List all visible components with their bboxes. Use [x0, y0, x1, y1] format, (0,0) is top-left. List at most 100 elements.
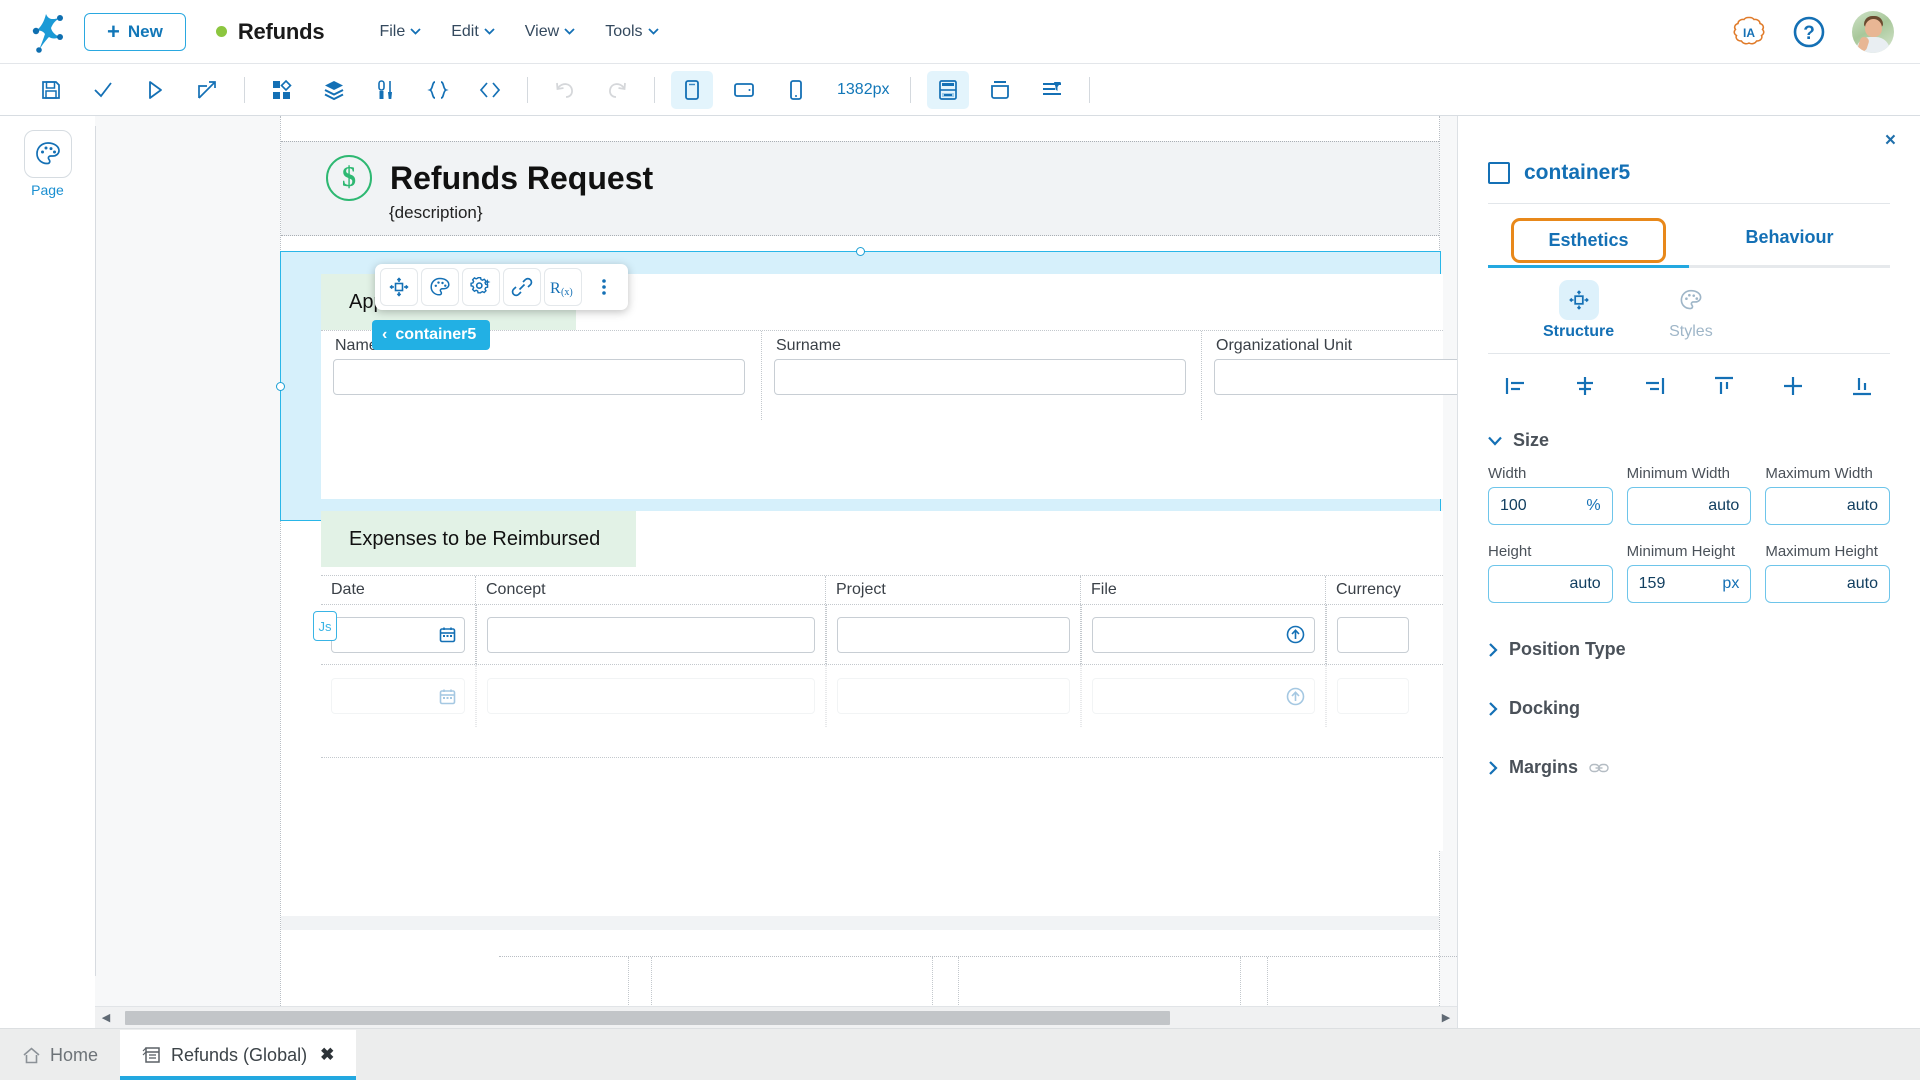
tag-back-chevron-icon[interactable]: ‹: [382, 326, 387, 344]
design-canvas[interactable]: $ Refunds Request {description} Applican…: [95, 116, 1457, 1028]
field-org-unit[interactable]: Organizational Unit: [1201, 331, 1457, 420]
calendar-icon[interactable]: [439, 626, 456, 643]
selected-element-tag[interactable]: ‹ container5: [372, 320, 491, 350]
size-section-header[interactable]: Size: [1488, 430, 1890, 451]
upload-icon[interactable]: [1286, 687, 1305, 706]
lower-cell-3[interactable]: [958, 957, 1241, 1013]
field-min-width-input[interactable]: auto: [1626, 487, 1752, 525]
align-center-horizontal-icon[interactable]: [1563, 368, 1607, 404]
currency-input[interactable]: [1337, 616, 1409, 653]
components-icon[interactable]: [261, 71, 303, 109]
form-page[interactable]: $ Refunds Request {description} Applican…: [276, 116, 1457, 1028]
share-icon[interactable]: [186, 71, 228, 109]
project-input[interactable]: [837, 616, 1070, 653]
subtab-structure[interactable]: Structure: [1543, 280, 1614, 341]
form-header-band[interactable]: $ Refunds Request {description}: [281, 141, 1439, 236]
lower-table-row[interactable]: [499, 957, 1457, 1013]
cell-project[interactable]: [826, 605, 1081, 664]
scrollbar-thumb[interactable]: [125, 1010, 1170, 1025]
braces-icon[interactable]: [417, 71, 459, 109]
rail-item-page[interactable]: Page: [23, 130, 72, 198]
link-icon[interactable]: [503, 268, 541, 306]
menu-view[interactable]: View: [525, 23, 575, 41]
form-icon[interactable]: [1031, 71, 1073, 109]
move-icon[interactable]: [380, 268, 418, 306]
lower-cell-1[interactable]: [499, 957, 629, 1013]
table-row[interactable]: [321, 605, 1443, 665]
field-org-unit-input[interactable]: [1214, 359, 1457, 395]
field-max-height-input[interactable]: auto: [1765, 565, 1890, 603]
concept-input[interactable]: [487, 678, 815, 714]
cell-currency[interactable]: [1326, 605, 1443, 664]
cell-date[interactable]: [321, 605, 476, 664]
calendar-icon[interactable]: [439, 688, 456, 705]
cell-date[interactable]: [321, 665, 476, 727]
redo-icon[interactable]: [596, 71, 638, 109]
grid-layout-icon[interactable]: [926, 70, 969, 109]
flow-icon[interactable]: [365, 71, 407, 109]
margins-section-header[interactable]: Margins: [1488, 757, 1890, 778]
ai-assistant-icon[interactable]: IA: [1732, 15, 1766, 49]
resize-handle-left[interactable]: [276, 381, 285, 391]
layers-icon[interactable]: [313, 71, 355, 109]
docking-section-header[interactable]: Docking: [1488, 698, 1890, 719]
subtab-styles[interactable]: Styles: [1669, 280, 1713, 341]
field-width-input[interactable]: 100 %: [1488, 487, 1613, 525]
canvas-horizontal-scrollbar[interactable]: ◀ ▶: [95, 1006, 1457, 1028]
play-icon[interactable]: [134, 71, 176, 109]
file-input[interactable]: [1092, 616, 1315, 653]
cell-concept[interactable]: [476, 665, 826, 727]
currency-input[interactable]: [1337, 678, 1409, 714]
field-min-height-input[interactable]: 159 px: [1626, 565, 1752, 603]
viewport-width-label[interactable]: 1382px: [837, 81, 890, 99]
field-max-width-input[interactable]: auto: [1765, 487, 1890, 525]
cell-project[interactable]: [826, 665, 1081, 727]
file-input[interactable]: [1092, 678, 1315, 714]
table-row[interactable]: [321, 665, 1443, 727]
concept-input[interactable]: [487, 616, 815, 653]
help-icon[interactable]: ?: [1792, 15, 1826, 49]
close-icon[interactable]: ✖: [320, 1045, 334, 1065]
lower-cell-4[interactable]: [1267, 957, 1457, 1013]
align-bottom-icon[interactable]: [1840, 368, 1884, 404]
cell-concept[interactable]: [476, 605, 826, 664]
field-surname[interactable]: Surname: [761, 331, 1201, 420]
field-name-input[interactable]: [333, 359, 745, 395]
mobile-viewport-icon[interactable]: [775, 71, 817, 109]
project-input[interactable]: [837, 678, 1070, 714]
user-avatar[interactable]: [1852, 10, 1894, 53]
field-surname-input[interactable]: [774, 359, 1186, 395]
scrollbar-track[interactable]: [117, 1010, 1435, 1025]
align-top-icon[interactable]: [1702, 368, 1746, 404]
section-expenses[interactable]: Expenses to be Reimbursed Date Concept P…: [313, 511, 1443, 851]
tab-behaviour[interactable]: Behaviour: [1689, 218, 1890, 263]
palette-icon[interactable]: [421, 268, 459, 306]
menu-file[interactable]: File: [379, 23, 421, 41]
container-icon[interactable]: [979, 71, 1021, 109]
position-type-section-header[interactable]: Position Type: [1488, 639, 1890, 660]
js-script-badge[interactable]: Js: [313, 611, 337, 641]
link-chain-icon[interactable]: [1589, 762, 1609, 774]
scroll-left-arrow-icon[interactable]: ◀: [95, 1011, 117, 1024]
menu-tools[interactable]: Tools: [605, 23, 659, 41]
menu-edit[interactable]: Edit: [451, 23, 495, 41]
bottom-tab-home[interactable]: Home: [0, 1030, 120, 1080]
more-vertical-icon[interactable]: [585, 268, 623, 306]
new-button[interactable]: + New: [84, 12, 186, 51]
settings-icon[interactable]: [462, 268, 500, 306]
formula-icon[interactable]: R (x): [544, 268, 582, 306]
code-icon[interactable]: [469, 71, 511, 109]
check-icon[interactable]: [82, 71, 124, 109]
field-height-input[interactable]: auto: [1488, 565, 1613, 603]
bottom-tab-refunds[interactable]: Refunds (Global) ✖: [120, 1030, 357, 1080]
align-center-vertical-icon[interactable]: [1771, 368, 1815, 404]
tablet-viewport-icon[interactable]: [723, 71, 765, 109]
close-icon[interactable]: ×: [1885, 130, 1896, 152]
align-right-icon[interactable]: [1632, 368, 1676, 404]
desktop-viewport-icon[interactable]: [671, 70, 713, 109]
scroll-right-arrow-icon[interactable]: ▶: [1435, 1011, 1457, 1024]
date-input[interactable]: [331, 678, 465, 714]
cell-file[interactable]: [1081, 605, 1326, 664]
app-logo[interactable]: [22, 10, 70, 54]
lower-cell-2[interactable]: [651, 957, 933, 1013]
